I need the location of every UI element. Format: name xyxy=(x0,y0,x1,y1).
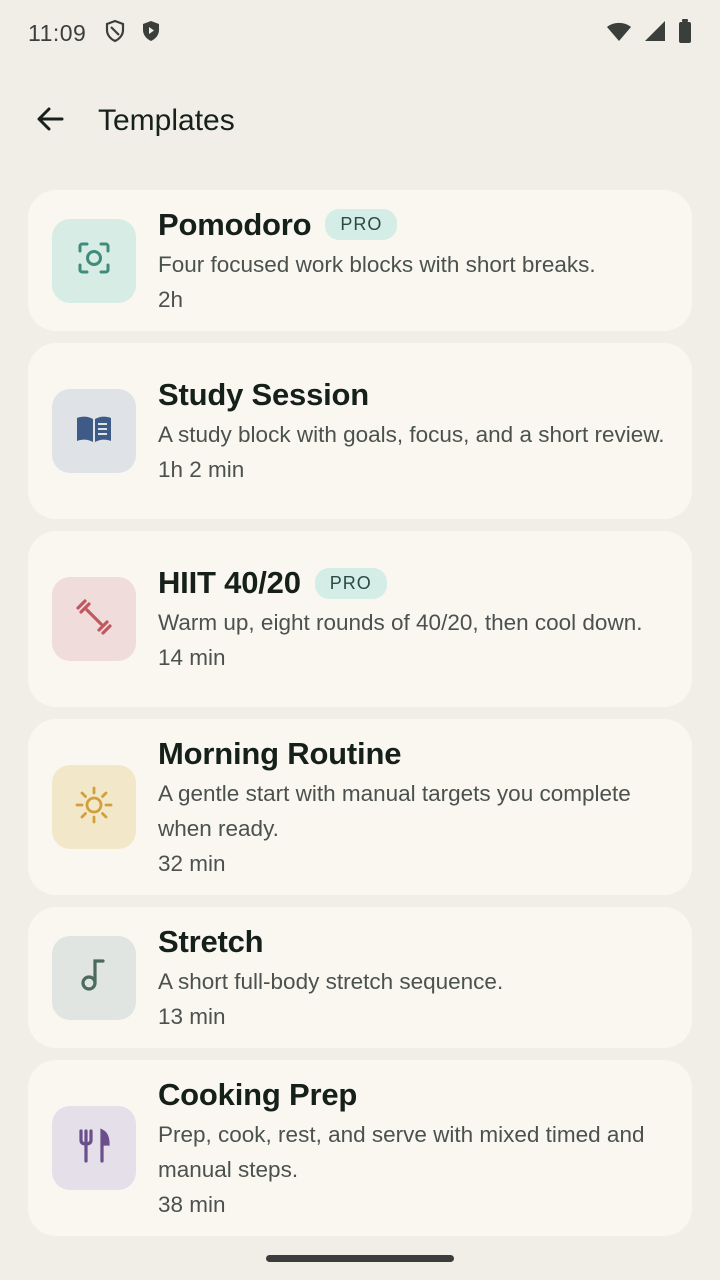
template-card-morning-routine[interactable]: Morning Routine A gentle start with manu… xyxy=(28,719,692,895)
template-title: Study Session xyxy=(158,377,370,412)
template-title-row: Stretch xyxy=(158,922,668,962)
book-icon xyxy=(75,414,113,449)
template-text: Pomodoro PRO Four focused work blocks wi… xyxy=(158,205,668,317)
template-card-cooking-prep[interactable]: Cooking Prep Prep, cook, rest, and serve… xyxy=(28,1060,692,1236)
template-icon-tile xyxy=(52,935,136,1020)
template-description: A gentle start with manual targets you c… xyxy=(158,780,631,841)
template-title-row: Cooking Prep xyxy=(158,1075,668,1115)
status-right-icons xyxy=(606,18,692,48)
template-description: A short full-body stretch sequence. xyxy=(158,968,504,994)
template-title: Morning Routine xyxy=(158,735,402,771)
template-title: Pomodoro xyxy=(158,206,312,242)
template-duration: 32 min xyxy=(158,850,226,876)
template-text: Stretch A short full-body stretch sequen… xyxy=(158,922,668,1034)
template-duration: 14 min xyxy=(158,645,226,670)
page-title: Templates xyxy=(98,104,235,137)
template-card-hiit[interactable]: HIIT 40/20 PRO Warm up, eight rounds of … xyxy=(28,531,692,707)
dumbbell-icon xyxy=(75,598,113,641)
shield-filled-icon xyxy=(140,19,162,48)
template-title-row: HIIT 40/20 PRO xyxy=(158,563,668,603)
status-left-icons xyxy=(104,19,162,48)
cell-signal-icon xyxy=(644,20,666,47)
template-card-study-session[interactable]: Study Session A study block with goals, … xyxy=(28,343,692,519)
battery-icon xyxy=(678,18,692,48)
pro-badge: PRO xyxy=(325,209,398,240)
sun-icon xyxy=(75,786,113,829)
fork-knife-icon xyxy=(77,1127,111,1169)
app-bar: Templates xyxy=(0,78,720,164)
template-title-row: Pomodoro PRO xyxy=(158,205,668,245)
music-note-icon xyxy=(79,958,109,997)
template-icon-tile xyxy=(52,218,136,303)
template-description: Four focused work blocks with short brea… xyxy=(158,251,596,277)
template-description: A study block with goals, focus, and a s… xyxy=(158,422,665,447)
template-title: Cooking Prep xyxy=(158,1076,358,1112)
template-duration: 13 min xyxy=(158,1003,226,1029)
template-icon-tile xyxy=(52,577,136,661)
status-bar: 11:09 xyxy=(0,0,720,66)
template-title: HIIT 40/20 xyxy=(158,565,301,600)
template-text: Cooking Prep Prep, cook, rest, and serve… xyxy=(158,1075,668,1222)
template-title-row: Morning Routine xyxy=(158,734,668,774)
template-duration: 38 min xyxy=(158,1191,226,1217)
template-duration: 1h 2 min xyxy=(158,457,245,482)
template-icon-tile xyxy=(52,389,136,473)
wifi-icon xyxy=(606,20,632,47)
template-text: Study Session A study block with goals, … xyxy=(158,375,668,487)
home-indicator[interactable] xyxy=(266,1255,454,1262)
status-time: 11:09 xyxy=(28,19,87,46)
back-button[interactable] xyxy=(26,97,74,145)
focus-target-icon xyxy=(77,241,111,280)
template-text: HIIT 40/20 PRO Warm up, eight rounds of … xyxy=(158,563,668,675)
template-icon-tile xyxy=(52,765,136,849)
template-title: Stretch xyxy=(158,923,264,959)
pro-badge: PRO xyxy=(314,567,387,599)
template-text: Morning Routine A gentle start with manu… xyxy=(158,734,668,881)
template-description: Prep, cook, rest, and serve with mixed t… xyxy=(158,1121,645,1182)
template-icon-tile xyxy=(52,1106,136,1190)
template-duration: 2h xyxy=(158,286,184,312)
shield-outline-icon xyxy=(104,19,126,48)
template-card-pomodoro[interactable]: Pomodoro PRO Four focused work blocks wi… xyxy=(28,190,692,331)
arrow-back-icon xyxy=(35,104,65,139)
template-description: Warm up, eight rounds of 40/20, then coo… xyxy=(158,610,643,635)
template-title-row: Study Session xyxy=(158,375,668,415)
template-card-stretch[interactable]: Stretch A short full-body stretch sequen… xyxy=(28,907,692,1048)
template-list: Pomodoro PRO Four focused work blocks wi… xyxy=(28,190,692,1248)
